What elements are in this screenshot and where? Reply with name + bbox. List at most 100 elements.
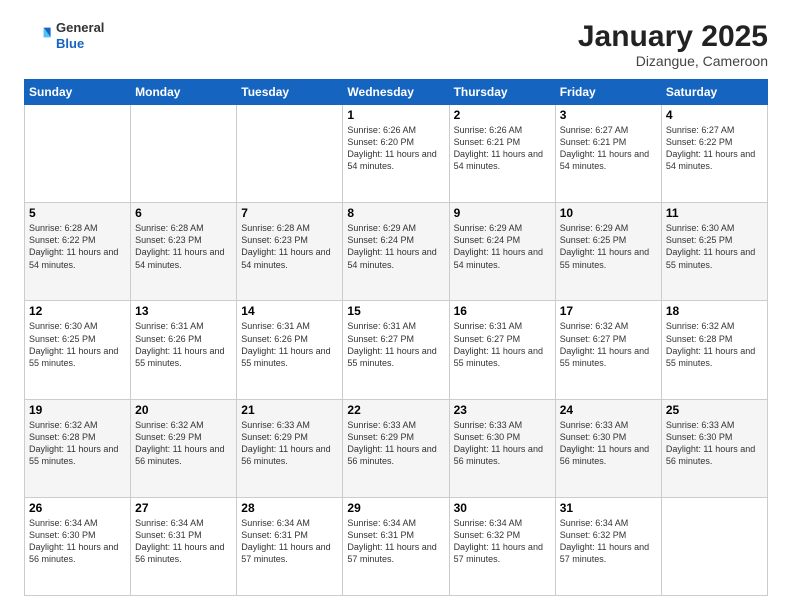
day-info: Sunrise: 6:28 AM Sunset: 6:23 PM Dayligh… [135,222,232,271]
logo-text: General Blue [56,20,104,51]
day-number: 21 [241,403,338,417]
logo: General Blue [24,20,104,51]
day-number: 12 [29,304,126,318]
day-number: 17 [560,304,657,318]
table-row: 16Sunrise: 6:31 AM Sunset: 6:27 PM Dayli… [449,301,555,399]
day-info: Sunrise: 6:32 AM Sunset: 6:28 PM Dayligh… [29,419,126,468]
day-info: Sunrise: 6:33 AM Sunset: 6:30 PM Dayligh… [560,419,657,468]
table-row: 3Sunrise: 6:27 AM Sunset: 6:21 PM Daylig… [555,105,661,203]
calendar: Sunday Monday Tuesday Wednesday Thursday… [24,79,768,596]
table-row [661,497,767,595]
day-number: 9 [454,206,551,220]
logo-blue-text: Blue [56,36,104,52]
day-info: Sunrise: 6:27 AM Sunset: 6:22 PM Dayligh… [666,124,763,173]
day-number: 27 [135,501,232,515]
day-number: 7 [241,206,338,220]
col-friday: Friday [555,80,661,105]
day-number: 23 [454,403,551,417]
logo-general-text: General [56,20,104,36]
table-row: 22Sunrise: 6:33 AM Sunset: 6:29 PM Dayli… [343,399,449,497]
day-number: 28 [241,501,338,515]
table-row: 2 Sunrise: 6:26 AM Sunset: 6:21 PM Daylig… [449,105,555,203]
weekday-row: Sunday Monday Tuesday Wednesday Thursday… [25,80,768,105]
col-thursday: Thursday [449,80,555,105]
day-number: 29 [347,501,444,515]
day-number: 14 [241,304,338,318]
day-number: 22 [347,403,444,417]
day-number: 2 [454,108,551,122]
day-info: Sunrise: 6:32 AM Sunset: 6:27 PM Dayligh… [560,320,657,369]
day-info: Sunrise: 6:31 AM Sunset: 6:26 PM Dayligh… [241,320,338,369]
day-number: 5 [29,206,126,220]
table-row: 21 Sunrise: 6:33 AM Sunset: 6:29 PM Dayli… [237,399,343,497]
logo-icon [24,22,52,50]
day-info: Sunrise: 6:33 AM Sunset: 6:30 PM Dayligh… [454,419,551,468]
day-number: 26 [29,501,126,515]
day-number: 30 [454,501,551,515]
day-info: Sunrise: 6:29 AM Sunset: 6:24 PM Dayligh… [347,222,444,271]
table-row: 24 Sunrise: 6:33 AM Sunset: 6:30 PM Dayli… [555,399,661,497]
table-row: 29 Sunrise: 6:34 AM Sunset: 6:31 PM Dayli… [343,497,449,595]
day-number: 11 [666,206,763,220]
day-number: 31 [560,501,657,515]
table-row: 8Sunrise: 6:29 AM Sunset: 6:24 PM Daylig… [343,203,449,301]
table-row: 13 Sunrise: 6:31 AM Sunset: 6:26 PM Dayli… [131,301,237,399]
table-row: 31 Sunrise: 6:34 AM Sunset: 6:32 PM Dayli… [555,497,661,595]
location-subtitle: Dizangue, Cameroon [578,53,768,69]
day-info: Sunrise: 6:29 AM Sunset: 6:25 PM Dayligh… [560,222,657,271]
day-info: Sunrise: 6:31 AM Sunset: 6:27 PM Dayligh… [454,320,551,369]
week-row-2: 5 Sunrise: 6:28 AM Sunset: 6:22 PM Daylig… [25,203,768,301]
day-info: Sunrise: 6:28 AM Sunset: 6:23 PM Dayligh… [241,222,338,271]
calendar-header: Sunday Monday Tuesday Wednesday Thursday… [25,80,768,105]
day-number: 15 [347,304,444,318]
table-row: 19 Sunrise: 6:32 AM Sunset: 6:28 PM Dayli… [25,399,131,497]
table-row: 28Sunrise: 6:34 AM Sunset: 6:31 PM Dayli… [237,497,343,595]
col-wednesday: Wednesday [343,80,449,105]
day-number: 3 [560,108,657,122]
table-row: 11Sunrise: 6:30 AM Sunset: 6:25 PM Dayli… [661,203,767,301]
table-row [131,105,237,203]
title-block: January 2025 Dizangue, Cameroon [578,20,768,69]
day-info: Sunrise: 6:34 AM Sunset: 6:31 PM Dayligh… [347,517,444,566]
day-info: Sunrise: 6:34 AM Sunset: 6:32 PM Dayligh… [454,517,551,566]
day-info: Sunrise: 6:34 AM Sunset: 6:30 PM Dayligh… [29,517,126,566]
day-info: Sunrise: 6:26 AM Sunset: 6:20 PM Dayligh… [347,124,444,173]
table-row: 18Sunrise: 6:32 AM Sunset: 6:28 PM Dayli… [661,301,767,399]
table-row [237,105,343,203]
table-row [25,105,131,203]
day-info: Sunrise: 6:32 AM Sunset: 6:28 PM Dayligh… [666,320,763,369]
day-info: Sunrise: 6:28 AM Sunset: 6:22 PM Dayligh… [29,222,126,271]
day-number: 13 [135,304,232,318]
day-info: Sunrise: 6:33 AM Sunset: 6:30 PM Dayligh… [666,419,763,468]
table-row: 14 Sunrise: 6:31 AM Sunset: 6:26 PM Dayli… [237,301,343,399]
table-row: 17 Sunrise: 6:32 AM Sunset: 6:27 PM Dayli… [555,301,661,399]
week-row-1: 1Sunrise: 6:26 AM Sunset: 6:20 PM Daylig… [25,105,768,203]
table-row: 6 Sunrise: 6:28 AM Sunset: 6:23 PM Daylig… [131,203,237,301]
day-number: 19 [29,403,126,417]
col-monday: Monday [131,80,237,105]
day-info: Sunrise: 6:34 AM Sunset: 6:32 PM Dayligh… [560,517,657,566]
day-info: Sunrise: 6:31 AM Sunset: 6:26 PM Dayligh… [135,320,232,369]
header: General Blue January 2025 Dizangue, Came… [24,20,768,69]
day-info: Sunrise: 6:34 AM Sunset: 6:31 PM Dayligh… [135,517,232,566]
table-row: 23 Sunrise: 6:33 AM Sunset: 6:30 PM Dayli… [449,399,555,497]
table-row: 4Sunrise: 6:27 AM Sunset: 6:22 PM Daylig… [661,105,767,203]
day-number: 10 [560,206,657,220]
month-title: January 2025 [578,20,768,53]
table-row: 27 Sunrise: 6:34 AM Sunset: 6:31 PM Dayli… [131,497,237,595]
table-row: 10 Sunrise: 6:29 AM Sunset: 6:25 PM Dayli… [555,203,661,301]
table-row: 20Sunrise: 6:32 AM Sunset: 6:29 PM Dayli… [131,399,237,497]
table-row: 26 Sunrise: 6:34 AM Sunset: 6:30 PM Dayli… [25,497,131,595]
day-number: 6 [135,206,232,220]
table-row: 5 Sunrise: 6:28 AM Sunset: 6:22 PM Daylig… [25,203,131,301]
table-row: 7 Sunrise: 6:28 AM Sunset: 6:23 PM Daylig… [237,203,343,301]
table-row: 12 Sunrise: 6:30 AM Sunset: 6:25 PM Dayli… [25,301,131,399]
day-info: Sunrise: 6:30 AM Sunset: 6:25 PM Dayligh… [29,320,126,369]
week-row-5: 26 Sunrise: 6:34 AM Sunset: 6:30 PM Dayli… [25,497,768,595]
day-number: 24 [560,403,657,417]
page: General Blue January 2025 Dizangue, Came… [0,0,792,612]
day-info: Sunrise: 6:26 AM Sunset: 6:21 PM Dayligh… [454,124,551,173]
day-info: Sunrise: 6:32 AM Sunset: 6:29 PM Dayligh… [135,419,232,468]
day-info: Sunrise: 6:33 AM Sunset: 6:29 PM Dayligh… [241,419,338,468]
table-row: 15Sunrise: 6:31 AM Sunset: 6:27 PM Dayli… [343,301,449,399]
